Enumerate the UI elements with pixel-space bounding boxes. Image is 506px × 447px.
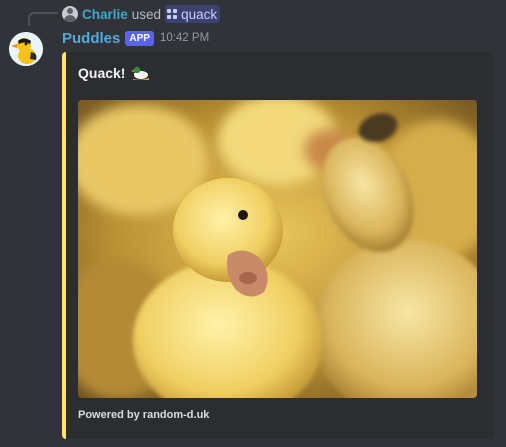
embed-footer: Powered by random-d.uk [78, 409, 210, 421]
bot-avatar[interactable] [9, 32, 43, 66]
message: Charlie used quack Puddles APP 10:42 PM … [0, 0, 506, 447]
embed-image-ducklings[interactable] [78, 100, 477, 398]
ducklings-image [78, 100, 477, 398]
author-name[interactable]: Puddles [62, 30, 120, 47]
duck-emoji-icon [131, 66, 150, 80]
app-badge: APP [125, 30, 154, 46]
duck-avatar-icon [9, 32, 43, 66]
reply-verb: used [131, 6, 162, 22]
timestamp: 10:42 PM [159, 32, 210, 44]
embed-title-text: Quack! [78, 65, 126, 81]
command-reference[interactable]: Charlie used quack [62, 5, 221, 23]
embed: Quack! Powered by random-d.uk [62, 52, 494, 439]
slash-command-mention[interactable]: quack [165, 5, 221, 23]
user-avatar-small[interactable] [62, 6, 78, 22]
embed-title: Quack! [78, 65, 150, 81]
app-command-icon [167, 9, 178, 19]
message-header: Puddles APP 10:42 PM [62, 28, 209, 48]
reply-username[interactable]: Charlie [82, 7, 128, 22]
reply-connector [28, 12, 58, 26]
command-name: quack [181, 6, 218, 22]
